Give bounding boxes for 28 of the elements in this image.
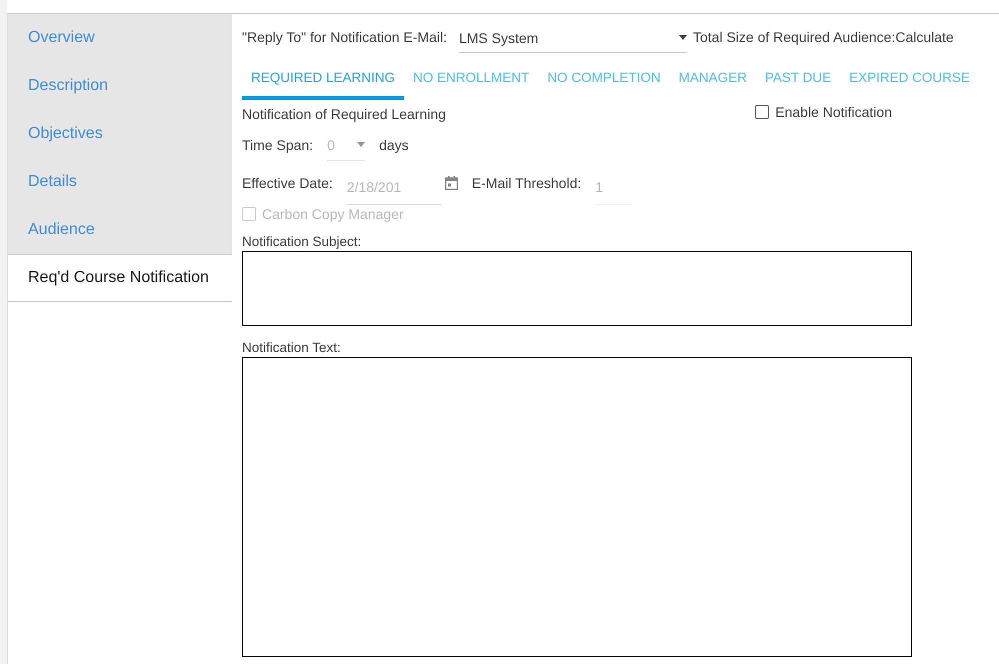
tab[interactable]: PAST DUE	[756, 60, 840, 100]
text-label: Notification Text:	[242, 340, 341, 355]
unit-label: days	[379, 137, 409, 153]
tab[interactable]: MANAGER	[670, 60, 756, 100]
time-span-label: Time Span:	[242, 137, 314, 153]
email-threshold-label: E-Mail Threshold:	[472, 175, 582, 191]
tab[interactable]: REQUIRED LEARNING	[242, 60, 404, 100]
reply-to-label: "Reply To" for Notification E-Mail:	[242, 29, 447, 45]
tab[interactable]: EXPIRED COURSE	[840, 60, 979, 100]
checkbox-label: Enable Notification	[775, 104, 892, 120]
sidebar-item[interactable]: Req'd Course Notification	[8, 254, 232, 302]
section-title: Notification of Required Learning	[242, 106, 446, 122]
calculate-link[interactable]: Calculate	[895, 29, 954, 45]
effective-date-label: Effective Date:	[242, 175, 333, 191]
reply-to-select[interactable]: LMS System	[458, 22, 687, 52]
audience-size-label: Total Size of Required Audience:	[692, 29, 896, 45]
sidebar-item[interactable]: Description	[8, 62, 232, 110]
sidebar-item[interactable]: Overview	[8, 14, 232, 62]
checkbox-label: Carbon Copy Manager	[262, 206, 404, 222]
sidebar-item[interactable]: Details	[8, 158, 232, 206]
time-span-select[interactable]: 0	[327, 130, 366, 160]
subject-label: Notification Subject:	[242, 234, 362, 249]
tab[interactable]: NO COMPLETION	[538, 60, 670, 100]
sidebar-item[interactable]: Audience	[8, 206, 232, 254]
tab[interactable]: NO ENROLLMENT	[404, 60, 538, 100]
date-field[interactable]: 2/18/201	[346, 170, 441, 204]
sidebar-item[interactable]: Objectives	[8, 110, 232, 158]
threshold-field[interactable]: 1	[595, 170, 634, 204]
